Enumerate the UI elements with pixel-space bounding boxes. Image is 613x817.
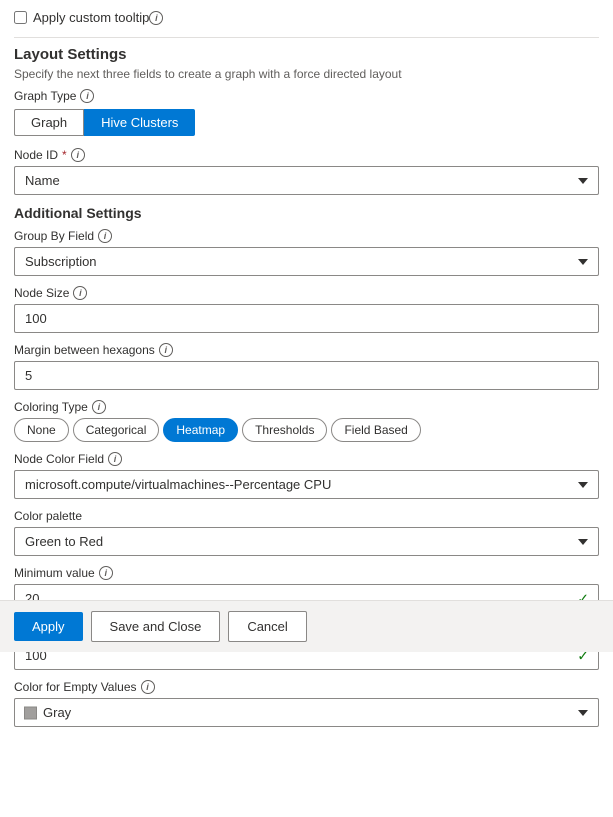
coloring-heatmap-btn[interactable]: Heatmap [163,418,238,442]
margin-hexagons-info-icon[interactable]: i [159,343,173,357]
cancel-button[interactable]: Cancel [228,611,306,642]
node-color-field: Node Color Field i microsoft.compute/vir… [14,452,599,499]
coloring-field-based-btn[interactable]: Field Based [331,418,420,442]
min-value-label-row: Minimum value i [14,566,599,580]
graph-type-toggle-group: Graph Hive Clusters [14,109,599,136]
custom-tooltip-label: Apply custom tooltip [33,10,149,25]
margin-hexagons-label-row: Margin between hexagons i [14,343,599,357]
gray-swatch-icon [24,706,37,719]
empty-values-field: Color for Empty Values i Gray [14,680,599,727]
coloring-type-group: None Categorical Heatmap Thresholds Fiel… [14,418,599,442]
graph-type-field: Graph Type i Graph Hive Clusters [14,89,599,136]
graph-type-label-text: Graph Type [14,89,76,103]
layout-settings-section: Layout Settings Specify the next three f… [14,46,599,195]
margin-hexagons-label-text: Margin between hexagons [14,343,155,357]
node-id-info-icon[interactable]: i [71,148,85,162]
group-by-info-icon[interactable]: i [98,229,112,243]
graph-type-graph-btn[interactable]: Graph [14,109,84,136]
coloring-type-field: Coloring Type i None Categorical Heatmap… [14,400,599,442]
empty-values-label-row: Color for Empty Values i [14,680,599,694]
node-id-label-row: Node ID * i [14,148,599,162]
save-close-button[interactable]: Save and Close [91,611,221,642]
node-id-required-mark: * [62,148,67,162]
group-by-label-text: Group By Field [14,229,94,243]
margin-hexagons-field: Margin between hexagons i [14,343,599,390]
node-id-field: Node ID * i Name [14,148,599,195]
min-value-label-text: Minimum value [14,566,95,580]
node-color-info-icon[interactable]: i [108,452,122,466]
node-id-select[interactable]: Name [14,166,599,195]
node-id-label-text: Node ID [14,148,58,162]
node-size-input[interactable] [14,304,599,333]
coloring-type-label-row: Coloring Type i [14,400,599,414]
layout-settings-title: Layout Settings [14,46,599,63]
graph-type-info-icon[interactable]: i [80,89,94,103]
node-size-label-text: Node Size [14,286,69,300]
color-palette-field: Color palette Green to Red [14,509,599,556]
coloring-type-label-text: Coloring Type [14,400,88,414]
coloring-categorical-btn[interactable]: Categorical [73,418,160,442]
margin-hexagons-input[interactable] [14,361,599,390]
node-color-label-text: Node Color Field [14,452,104,466]
node-size-info-icon[interactable]: i [73,286,87,300]
top-divider [14,37,599,38]
empty-values-label-text: Color for Empty Values [14,680,137,694]
group-by-field: Group By Field i Subscription [14,229,599,276]
empty-values-info-icon[interactable]: i [141,680,155,694]
apply-button[interactable]: Apply [14,612,83,641]
color-palette-label-row: Color palette [14,509,599,523]
group-by-label-row: Group By Field i [14,229,599,243]
node-size-field: Node Size i [14,286,599,333]
node-color-select[interactable]: microsoft.compute/virtualmachines--Perce… [14,470,599,499]
color-palette-select[interactable]: Green to Red [14,527,599,556]
node-color-label-row: Node Color Field i [14,452,599,466]
empty-values-select-wrapper: Gray [14,698,599,727]
graph-type-label-row: Graph Type i [14,89,599,103]
coloring-none-btn[interactable]: None [14,418,69,442]
node-size-label-row: Node Size i [14,286,599,300]
group-by-select[interactable]: Subscription [14,247,599,276]
color-palette-label-text: Color palette [14,509,82,523]
footer-bar: Apply Save and Close Cancel [0,600,613,652]
graph-type-hive-btn[interactable]: Hive Clusters [84,109,195,136]
additional-settings-title: Additional Settings [14,205,599,221]
custom-tooltip-checkbox[interactable] [14,11,27,24]
layout-settings-desc: Specify the next three fields to create … [14,67,599,81]
coloring-thresholds-btn[interactable]: Thresholds [242,418,327,442]
coloring-type-info-icon[interactable]: i [92,400,106,414]
custom-tooltip-row: Apply custom tooltip i [14,10,599,25]
custom-tooltip-info-icon[interactable]: i [149,11,163,25]
min-value-info-icon[interactable]: i [99,566,113,580]
empty-values-select[interactable]: Gray [14,698,599,727]
